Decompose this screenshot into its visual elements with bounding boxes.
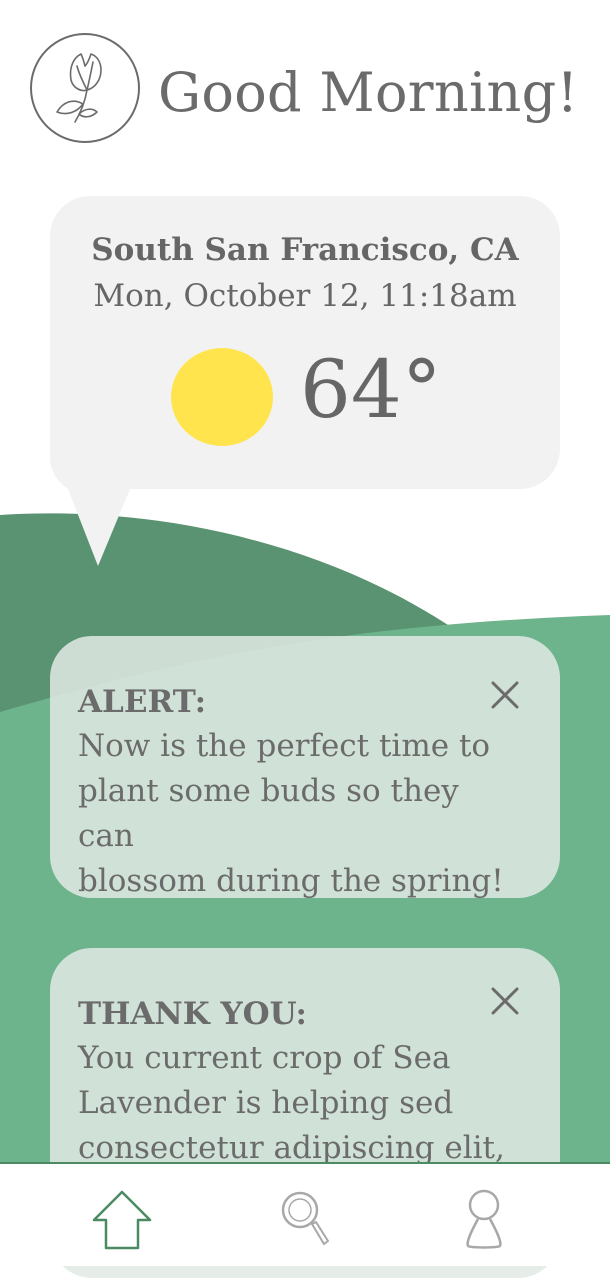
notification-title: ALERT:: [78, 684, 207, 720]
notification-line: blossom during the spring!: [78, 863, 504, 899]
weather-location: South San Francisco, CA: [91, 232, 519, 268]
tulip-logo-icon: [29, 32, 141, 144]
close-icon[interactable]: [490, 680, 520, 710]
greeting-title: Good Morning!: [158, 61, 579, 124]
nav-home-icon[interactable]: [90, 1188, 154, 1252]
nav-search-icon[interactable]: [276, 1188, 340, 1252]
close-icon[interactable]: [490, 986, 520, 1016]
sun-icon: [171, 348, 273, 446]
weather-datetime: Mon, October 12, 11:18am: [93, 278, 517, 314]
notification-line: Lavender is helping sed: [78, 1085, 454, 1121]
notification-line: You current crop of Sea: [78, 1040, 451, 1076]
alert-notification-card: ALERT: Now is the perfect time to plant …: [50, 636, 560, 899]
nav-profile-icon[interactable]: [452, 1188, 516, 1252]
temperature: 64°: [300, 343, 442, 436]
bottom-nav: [0, 1162, 610, 1266]
weather-card: South San Francisco, CA Mon, October 12,…: [50, 196, 560, 566]
notification-line: plant some buds so they can: [78, 773, 459, 854]
notification-line: Now is the perfect time to: [78, 728, 491, 764]
notification-title: THANK YOU:: [78, 996, 307, 1032]
